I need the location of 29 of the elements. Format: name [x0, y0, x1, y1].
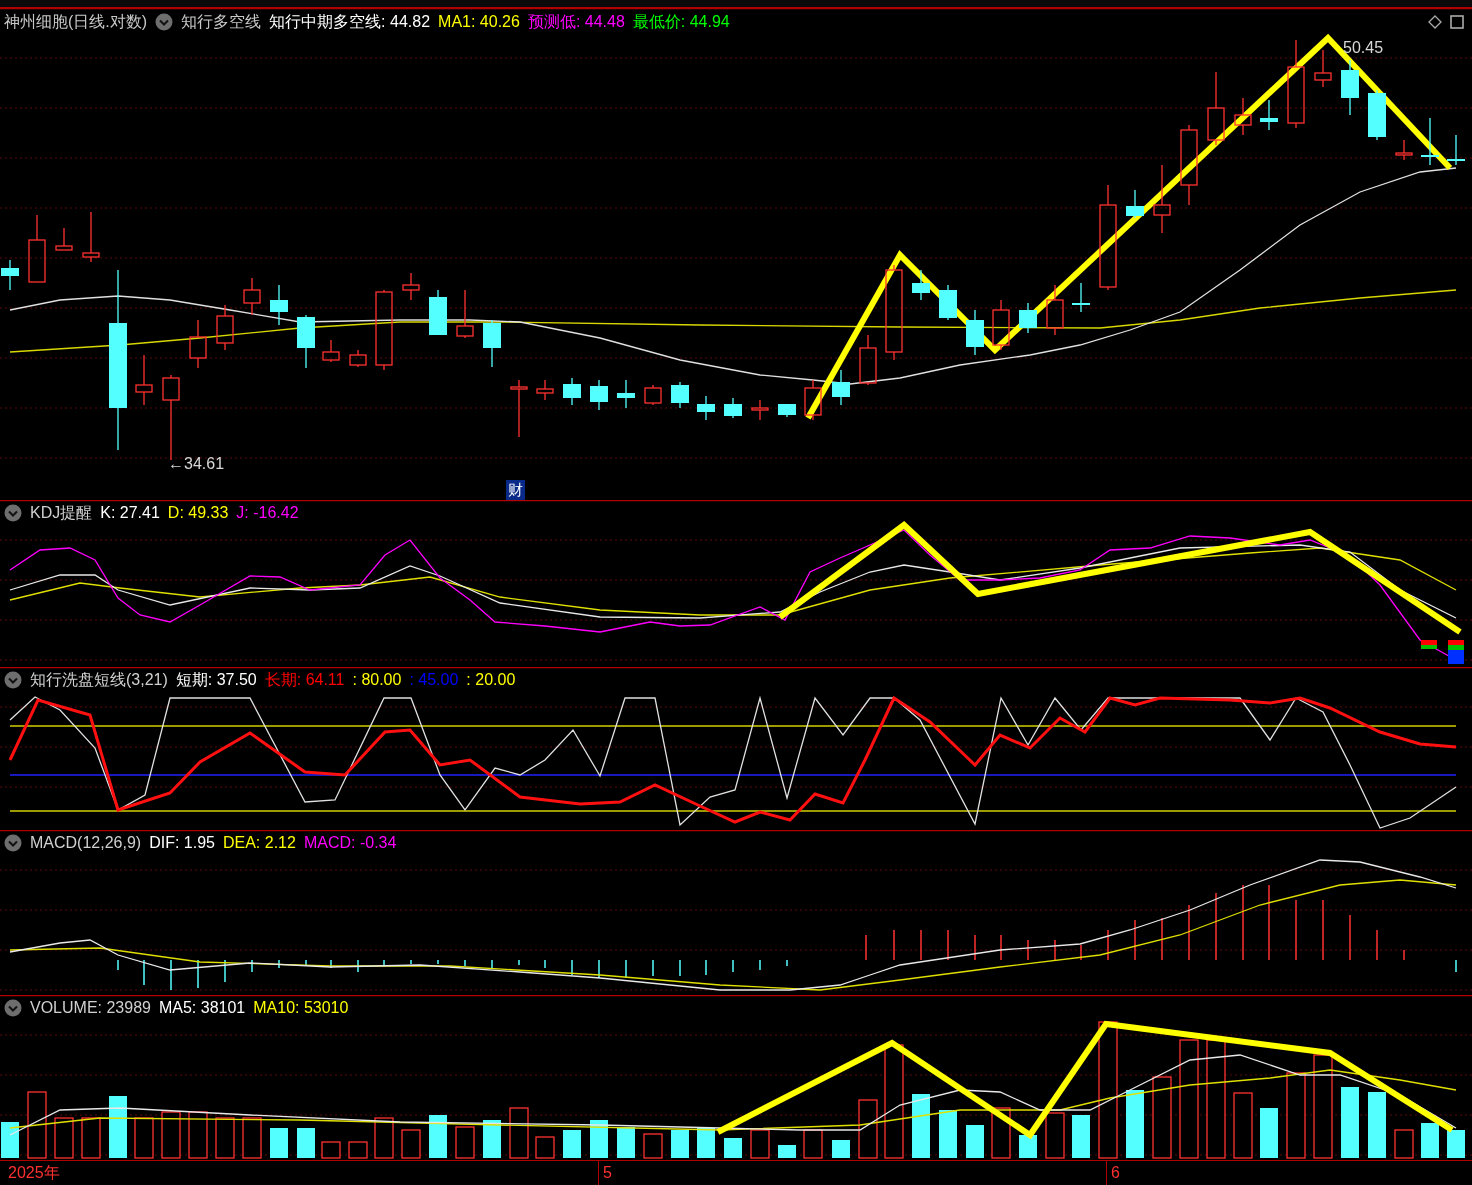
- indicator-value: 知行中期多空线: 44.82: [269, 12, 431, 32]
- finance-badge[interactable]: 财: [506, 480, 525, 500]
- indicator-value: 最低价: 44.94: [632, 12, 730, 32]
- indicator-title: MACD(12,26,9): [30, 833, 142, 853]
- indicator-title: 知行洗盘短线(3,21): [30, 670, 168, 690]
- indicator-title: KDJ提醒: [30, 503, 93, 523]
- indicator-value: D: 49.33: [167, 503, 229, 523]
- indicator-value: : 45.00: [409, 670, 459, 690]
- indicator-value: DEA: 2.12: [222, 833, 296, 853]
- indicator-value: MACD: -0.34: [303, 833, 397, 853]
- indicator-value: 短期: 37.50: [175, 670, 257, 690]
- indicator-value: J: -16.42: [236, 503, 299, 523]
- indicator-value: 长期: 64.11: [264, 670, 345, 690]
- indicator-value: : 80.00: [352, 670, 402, 690]
- price-label: ←34.61: [168, 454, 225, 474]
- indicator-title: VOLUME: 23989: [30, 998, 151, 1018]
- date-axis-label: 2025年: [7, 1163, 61, 1183]
- indicator-value: K: 27.41: [100, 503, 160, 523]
- indicator-value: MA5: 38101: [158, 998, 246, 1018]
- indicator-value: 预测低: 44.48: [527, 12, 625, 32]
- date-axis-label: 5: [598, 1161, 1106, 1185]
- indicator-title: 知行多空线: [181, 12, 262, 32]
- indicator-value: DIF: 1.95: [149, 833, 215, 853]
- date-axis-label: 6: [1106, 1161, 1120, 1185]
- price-label: 50.45: [1343, 38, 1384, 58]
- indicator-value: MA10: 53010: [253, 998, 349, 1018]
- stock-title: 神州细胞(日线.对数): [4, 12, 148, 32]
- indicator-value: MA1: 40.26: [438, 12, 520, 32]
- indicator-value: : 20.00: [466, 670, 516, 690]
